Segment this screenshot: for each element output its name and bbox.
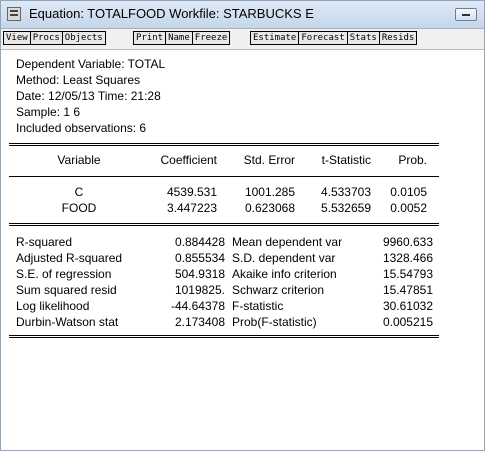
stat-label-sum-squared-resid: Sum squared resid (16, 283, 117, 297)
row-c-coefficient: 4539.531 (166, 185, 217, 199)
stat-value-akaike: 15.54793 (382, 267, 433, 281)
divider-header (9, 176, 439, 177)
col-header-coefficient: Coefficient (160, 153, 217, 167)
stats-button[interactable]: Stats (347, 31, 380, 45)
view-button[interactable]: View (3, 31, 31, 45)
stat-value-log-likelihood: -44.64378 (170, 299, 225, 313)
equation-window: Equation: TOTALFOOD Workfile: STARBUCKS … (0, 0, 485, 451)
stat-label-f-statistic: F-statistic (232, 299, 284, 313)
col-header-variable: Variable (57, 153, 101, 167)
title-bar[interactable]: Equation: TOTALFOOD Workfile: STARBUCKS … (1, 1, 484, 29)
print-button[interactable]: Print (133, 31, 167, 45)
col-header-t-statistic: t-Statistic (321, 153, 371, 167)
forecast-button[interactable]: Forecast (299, 31, 348, 45)
name-button[interactable]: Name (166, 31, 193, 45)
stat-label-durbin-watson: Durbin-Watson stat (16, 315, 119, 329)
sample-line: Sample: 1 6 (16, 105, 81, 119)
stat-value-schwarz: 15.47851 (382, 283, 433, 297)
stat-label-se-regression: S.E. of regression (16, 267, 112, 281)
stat-label-schwarz: Schwarz criterion (232, 283, 325, 297)
stat-value-sd-dependent-var: 1328.466 (382, 251, 433, 265)
stat-value-adj-r-squared: 0.855534 (174, 251, 225, 265)
stat-label-sd-dependent-var: S.D. dependent var (232, 251, 336, 265)
toolbar-group-print: Print Name Freeze (133, 31, 231, 45)
stat-value-prob-f-statistic: 0.005215 (382, 315, 433, 329)
stat-label-r-squared: R-squared (16, 235, 73, 249)
divider-mid-1 (9, 223, 439, 224)
stat-value-f-statistic: 30.61032 (382, 299, 433, 313)
divider-bottom-1 (9, 335, 439, 336)
stat-label-mean-dependent-var: Mean dependent var (232, 235, 343, 249)
equation-window-icon (7, 7, 21, 21)
row-c-std-error: 1001.285 (244, 185, 295, 199)
divider-bottom-2 (9, 337, 439, 338)
row-food-std-error: 0.623068 (244, 201, 295, 215)
divider-mid-2 (9, 225, 439, 226)
objects-button[interactable]: Objects (62, 31, 106, 45)
method-line: Method: Least Squares (16, 73, 141, 87)
row-food-t-statistic: 5.532659 (320, 201, 371, 215)
stat-label-akaike: Akaike info criterion (232, 267, 337, 281)
row-food-variable: FOOD (61, 201, 97, 215)
observations-line: Included observations: 6 (16, 121, 147, 135)
date-line: Date: 12/05/13 Time: 21:28 (16, 89, 161, 103)
estimate-button[interactable]: Estimate (250, 31, 300, 45)
row-c-variable: C (74, 185, 84, 199)
stat-value-durbin-watson: 2.173408 (174, 315, 225, 329)
minimize-button[interactable] (455, 8, 477, 21)
procs-button[interactable]: Procs (30, 31, 63, 45)
stat-label-prob-f-statistic: Prob(F-statistic) (232, 315, 317, 329)
stat-value-r-squared: 0.884428 (174, 235, 225, 249)
row-c-prob: 0.0105 (390, 185, 427, 199)
resids-button[interactable]: Resids (379, 31, 418, 45)
row-food-coefficient: 3.447223 (166, 201, 217, 215)
row-c-t-statistic: 4.533703 (320, 185, 371, 199)
divider-top-2 (9, 145, 439, 146)
stat-value-se-regression: 504.9318 (174, 267, 225, 281)
col-header-prob: Prob. (398, 153, 427, 167)
stat-label-log-likelihood: Log likelihood (16, 299, 90, 313)
toolbar-group-view: View Procs Objects (3, 31, 106, 45)
stat-value-sum-squared-resid: 1019825. (174, 283, 225, 297)
freeze-button[interactable]: Freeze (192, 31, 231, 45)
divider-top-1 (9, 143, 439, 144)
stat-value-mean-dependent-var: 9960.633 (382, 235, 433, 249)
toolbar-group-estimate: Estimate Forecast Stats Resids (250, 31, 418, 45)
col-header-std-error: Std. Error (243, 153, 295, 167)
dependent-variable-line: Dependent Variable: TOTAL (16, 57, 166, 71)
stat-label-adj-r-squared: Adjusted R-squared (16, 251, 123, 265)
toolbar: View Procs Objects Print Name Freeze Est… (1, 29, 484, 50)
row-food-prob: 0.0052 (390, 201, 427, 215)
window-title: Equation: TOTALFOOD Workfile: STARBUCKS … (29, 6, 314, 21)
